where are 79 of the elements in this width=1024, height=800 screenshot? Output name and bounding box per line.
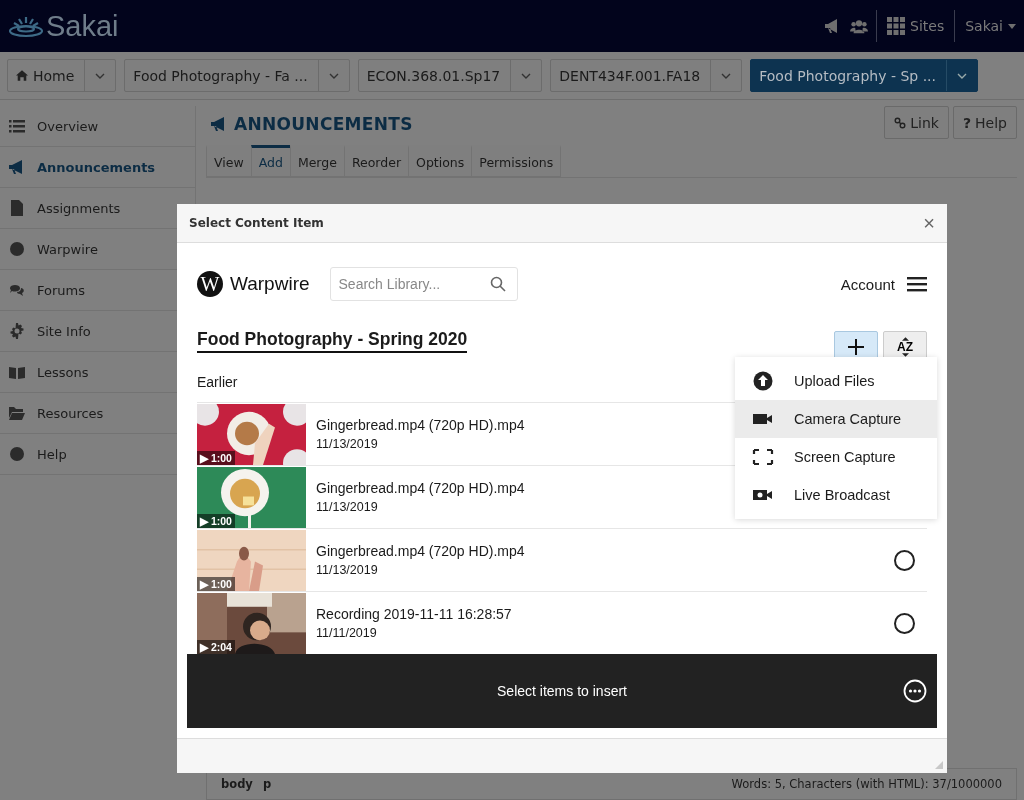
group-icon[interactable] — [850, 18, 868, 34]
tool-tab[interactable]: Permissions — [471, 145, 562, 177]
sidebar-item[interactable]: Warpwire — [9, 241, 98, 257]
duration-badge: ▶ 1:00 — [197, 451, 235, 465]
brand-name: Warpwire — [230, 273, 310, 295]
menu-item[interactable]: Camera Capture — [735, 400, 937, 438]
tool-title: ANNOUNCEMENTS — [210, 114, 413, 134]
duration-badge: ▶ 1:00 — [197, 577, 235, 591]
screen-corners-icon — [752, 447, 774, 467]
radio-button[interactable] — [894, 612, 915, 634]
sidebar-item[interactable]: Help — [9, 446, 67, 462]
radio-button[interactable] — [894, 549, 915, 571]
chevron-down-icon[interactable] — [521, 72, 532, 79]
sidebar-item[interactable]: Overview — [9, 118, 99, 134]
resize-grip-icon[interactable] — [935, 761, 943, 769]
brand-mark: W — [197, 271, 223, 297]
folder-icon — [9, 405, 25, 421]
chevron-down-icon[interactable] — [95, 72, 106, 79]
menu-item[interactable]: Screen Capture — [735, 438, 937, 476]
site-tab[interactable]: Food Photography - Fa ... — [124, 59, 350, 92]
chevron-down-icon[interactable] — [957, 72, 967, 79]
site-tab[interactable]: DENT434F.001.FA18 — [550, 59, 743, 92]
video-title[interactable]: Gingerbread.mp4 (720p HD).mp4 — [316, 543, 894, 559]
link-button[interactable]: Link — [884, 106, 949, 139]
account-link[interactable]: Account — [840, 275, 895, 293]
upload-icon — [752, 371, 774, 391]
tool-tab[interactable]: Merge — [289, 145, 345, 177]
caret-icon — [1008, 23, 1016, 29]
chevron-down-icon[interactable] — [721, 72, 732, 79]
element-path[interactable]: body — [221, 777, 253, 791]
menu-icon[interactable] — [907, 276, 927, 292]
gear-icon — [9, 323, 25, 339]
insert-hint: Select items to insert — [497, 683, 627, 699]
chevron-down-icon[interactable] — [328, 72, 339, 79]
down-arrow-icon — [901, 352, 909, 357]
video-date: 11/13/2019 — [316, 500, 379, 514]
site-tab[interactable]: Food Photography - Sp ... — [750, 59, 978, 92]
video-date: 11/13/2019 — [316, 437, 379, 451]
video-title[interactable]: Recording 2019-11-11 16:28:57 — [316, 606, 894, 622]
search-field[interactable]: Search Library... — [329, 267, 518, 301]
sidebar-item[interactable]: Site Info — [9, 323, 91, 339]
library-title[interactable]: Food Photography - Spring 2020 — [197, 328, 468, 353]
sidebar-item[interactable]: Resources — [9, 405, 104, 421]
section-label: Earlier — [197, 374, 238, 392]
sidebar-item[interactable]: Assignments — [9, 200, 121, 216]
home-icon — [16, 70, 28, 81]
sidebar-item[interactable]: Announcements — [9, 159, 156, 175]
sidebar-item[interactable]: Lessons — [9, 364, 89, 380]
sidebar-item[interactable]: Forums — [9, 282, 85, 298]
sites-button[interactable]: Sites — [885, 17, 947, 35]
logo-text: Sakai — [46, 9, 119, 43]
search-icon[interactable] — [489, 276, 506, 292]
site-tab[interactable]: Home — [7, 59, 117, 92]
tool-tab[interactable]: View — [206, 145, 252, 177]
up-arrow-icon — [901, 336, 909, 341]
logo-icon — [8, 14, 44, 38]
chat-icon — [9, 282, 25, 298]
dialog-title: Select Content Item — [189, 216, 324, 230]
link-icon — [894, 116, 907, 129]
grid-icon — [887, 17, 905, 35]
word-count: Words: 5, Characters (with HTML): 37/1000000 — [731, 777, 1002, 791]
list-icon — [9, 118, 25, 134]
video-date: 11/13/2019 — [316, 563, 379, 577]
book-icon — [9, 364, 25, 380]
site-tab[interactable]: ECON.368.01.Sp17 — [357, 59, 543, 92]
plus-icon — [848, 338, 864, 355]
megaphone-icon — [9, 159, 25, 175]
help-button[interactable]: ? Help — [952, 106, 1017, 139]
duration-badge: ▶ 2:04 — [197, 640, 235, 654]
video-date: 11/11/2019 — [316, 626, 378, 640]
menu-item[interactable]: Live Broadcast — [735, 476, 937, 514]
duration-badge: ▶ 1:00 — [197, 514, 235, 528]
close-button[interactable]: × — [921, 213, 937, 233]
user-menu-button[interactable]: Sakai — [963, 18, 1018, 34]
document-icon — [9, 200, 25, 216]
element-path[interactable]: p — [262, 777, 272, 791]
tool-tab[interactable]: Add — [250, 145, 291, 177]
more-icon[interactable] — [903, 679, 927, 703]
menu-item[interactable]: Upload Files — [735, 362, 937, 400]
